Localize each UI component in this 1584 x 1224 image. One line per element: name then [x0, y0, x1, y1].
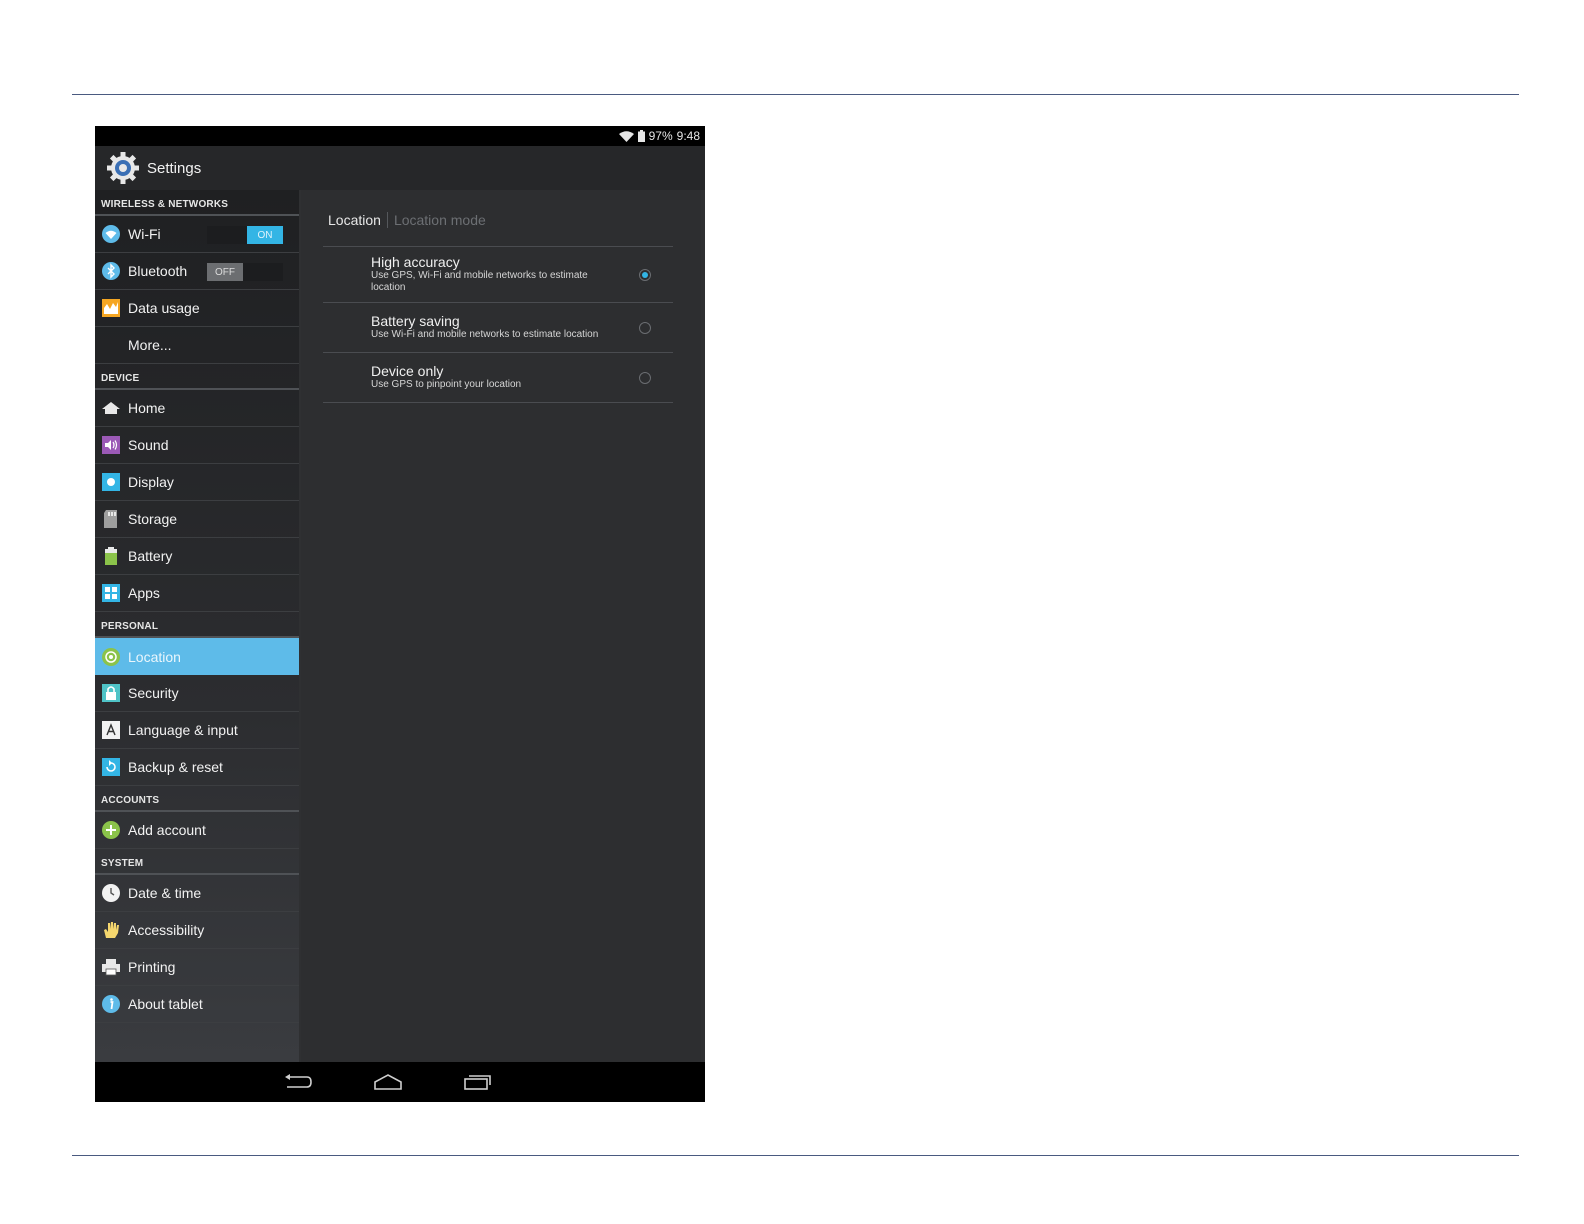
section-system: SYSTEM — [95, 849, 299, 875]
location-icon — [101, 647, 121, 667]
option-title: Battery saving — [371, 313, 460, 329]
settings-gear-icon[interactable] — [105, 150, 141, 186]
sidebar-item-label: Bluetooth — [128, 263, 188, 279]
battery-icon — [637, 130, 645, 142]
settings-sidebar: WIRELESS & NETWORKS Wi-Fi ON Bluetooth O… — [95, 190, 299, 1062]
sidebar-item-accessibility[interactable]: Accessibility — [95, 912, 299, 949]
bluetooth-icon — [101, 261, 121, 281]
sidebar-item-label: Battery — [128, 548, 173, 564]
sidebar-item-about[interactable]: About tablet — [95, 986, 299, 1023]
sidebar-item-label: More... — [128, 337, 172, 353]
sidebar-item-apps[interactable]: Apps — [95, 575, 299, 612]
option-description: Use GPS to pinpoint your location — [371, 379, 522, 390]
option-description: Use Wi-Fi and mobile networks to estimat… — [371, 329, 599, 340]
sidebar-item-sound[interactable]: Sound — [95, 427, 299, 464]
sidebar-item-printing[interactable]: Printing — [95, 949, 299, 986]
sidebar-item-security[interactable]: Security — [95, 675, 299, 712]
sidebar-item-label: Storage — [128, 511, 178, 527]
section-wireless-networks: WIRELESS & NETWORKS — [95, 190, 299, 216]
sidebar-item-label: About tablet — [128, 996, 203, 1012]
sidebar-item-label: Printing — [128, 959, 176, 975]
hand-icon — [101, 920, 121, 940]
wifi-signal-icon — [618, 130, 634, 142]
section-personal: PERSONAL — [95, 612, 299, 638]
section-device: DEVICE — [95, 364, 299, 390]
sidebar-item-label: Home — [128, 400, 166, 416]
sidebar-item-add-account[interactable]: Add account — [95, 812, 299, 849]
breadcrumb: Location Location mode — [328, 212, 486, 228]
bottom-divider — [72, 1155, 1519, 1156]
bluetooth-toggle[interactable]: OFF — [207, 263, 283, 281]
sidebar-item-location[interactable]: Location — [95, 638, 299, 675]
breadcrumb-separator — [386, 212, 388, 228]
option-battery-saving[interactable]: Battery saving Use Wi-Fi and mobile netw… — [323, 303, 673, 353]
location-mode-panel: Location Location mode High accuracy Use… — [301, 190, 701, 1062]
back-button[interactable] — [281, 1070, 315, 1094]
home-button[interactable] — [371, 1070, 405, 1094]
radio-device-only[interactable] — [639, 372, 651, 384]
radio-battery-saving[interactable] — [639, 322, 651, 334]
app-title: Settings — [147, 159, 202, 177]
apps-icon — [101, 583, 121, 603]
option-device-only[interactable]: Device only Use GPS to pinpoint your loc… — [323, 353, 673, 403]
data-usage-icon — [101, 298, 121, 318]
sidebar-item-label: Date & time — [128, 885, 202, 901]
sidebar-item-label: Accessibility — [128, 922, 205, 938]
display-icon — [101, 472, 121, 492]
sidebar-item-data-usage[interactable]: Data usage — [95, 290, 299, 327]
option-high-accuracy[interactable]: High accuracy Use GPS, Wi-Fi and mobile … — [323, 247, 673, 303]
action-bar: Settings — [95, 146, 705, 190]
printer-icon — [101, 957, 121, 977]
section-accounts: ACCOUNTS — [95, 786, 299, 812]
option-description: Use GPS, Wi-Fi and mobile networks to es… — [371, 270, 588, 293]
clock-icon — [101, 883, 121, 903]
sidebar-item-more[interactable]: More... — [95, 327, 299, 364]
sidebar-item-home[interactable]: Home — [95, 390, 299, 427]
battery-percent: 97% — [648, 129, 673, 143]
wifi-icon — [101, 224, 121, 244]
sidebar-item-label: Security — [128, 685, 179, 701]
battery-settings-icon — [101, 546, 121, 566]
option-title: Device only — [371, 363, 444, 379]
sidebar-item-backup[interactable]: Backup & reset — [95, 749, 299, 786]
sidebar-item-label: Language & input — [128, 722, 238, 738]
sidebar-item-label: Data usage — [128, 300, 200, 316]
breadcrumb-location-mode: Location mode — [393, 212, 486, 228]
radio-high-accuracy[interactable] — [639, 269, 651, 281]
tablet-screen: 97% 9:48 Settings WIRELESS & NETWORKS Wi… — [95, 126, 705, 1102]
home-icon — [101, 398, 121, 418]
backup-icon — [101, 757, 121, 777]
storage-icon — [101, 509, 121, 529]
language-icon — [101, 720, 121, 740]
sidebar-item-label: Display — [128, 474, 174, 490]
top-divider — [72, 94, 1519, 95]
sidebar-item-label: Add account — [128, 822, 206, 838]
sidebar-item-battery[interactable]: Battery — [95, 538, 299, 575]
clock: 9:48 — [676, 129, 700, 143]
sidebar-item-wifi[interactable]: Wi-Fi ON — [95, 216, 299, 253]
toggle-state: ON — [247, 226, 283, 244]
location-mode-options: High accuracy Use GPS, Wi-Fi and mobile … — [323, 246, 673, 403]
toggle-state: OFF — [207, 263, 243, 281]
wifi-toggle[interactable]: ON — [207, 226, 283, 244]
sidebar-item-label: Sound — [128, 437, 169, 453]
info-icon — [101, 994, 121, 1014]
sidebar-item-label: Apps — [128, 585, 160, 601]
breadcrumb-location[interactable]: Location — [328, 212, 381, 228]
sound-icon — [101, 435, 121, 455]
status-bar: 97% 9:48 — [95, 126, 705, 146]
sidebar-item-language[interactable]: Language & input — [95, 712, 299, 749]
navigation-bar — [95, 1062, 705, 1102]
add-icon — [101, 820, 121, 840]
sidebar-item-storage[interactable]: Storage — [95, 501, 299, 538]
sidebar-item-display[interactable]: Display — [95, 464, 299, 501]
sidebar-item-label: Wi-Fi — [128, 226, 161, 242]
recent-apps-button[interactable] — [461, 1070, 495, 1094]
sidebar-item-date-time[interactable]: Date & time — [95, 875, 299, 912]
sidebar-item-bluetooth[interactable]: Bluetooth OFF — [95, 253, 299, 290]
sidebar-item-label: Backup & reset — [128, 759, 223, 775]
sidebar-item-label: Location — [128, 648, 181, 665]
lock-icon — [101, 683, 121, 703]
option-title: High accuracy — [371, 254, 460, 270]
